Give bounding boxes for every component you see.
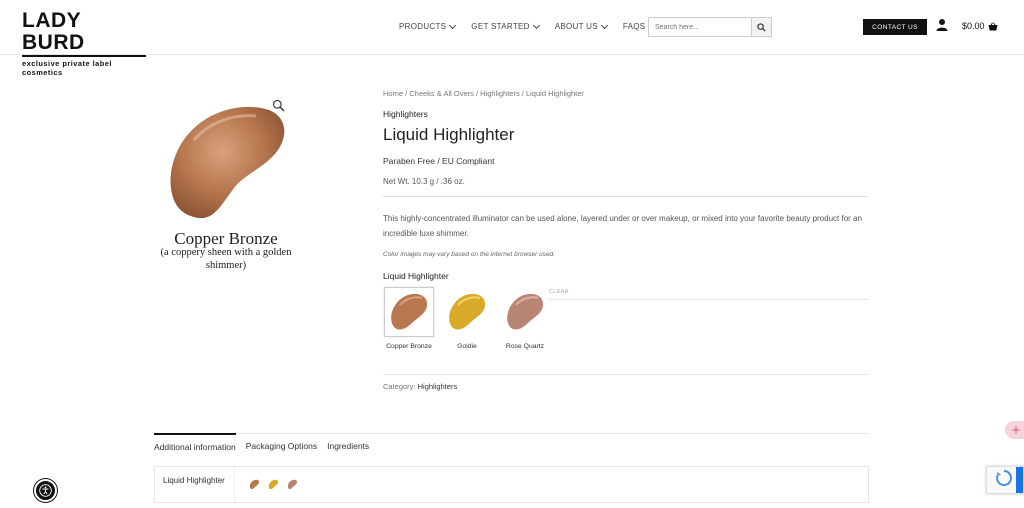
cart-link[interactable]: $0.00: [962, 21, 998, 31]
nav-item-products[interactable]: PRODUCTS: [399, 21, 457, 31]
search-box: [648, 17, 772, 37]
shade-description: (a coppery sheen with a golden shimmer): [160, 247, 292, 271]
page-title: Liquid Highlighter: [383, 125, 515, 144]
logo[interactable]: LADY BURD exclusive private label cosmet…: [22, 10, 146, 77]
divider: [549, 299, 868, 300]
cart-total: $0.00: [962, 21, 985, 31]
info-swatches: [235, 467, 298, 502]
contact-us-button[interactable]: CONTACT US: [863, 19, 927, 35]
clear-selection-link[interactable]: CLEAR: [549, 289, 569, 295]
accessibility-icon: [39, 484, 52, 497]
category-meta-link[interactable]: Highlighters: [418, 382, 458, 391]
product-tabs: Additional information Packaging Options…: [154, 433, 369, 456]
nav-label: FAQS: [622, 22, 646, 31]
chevron-down-icon: [600, 21, 608, 29]
variant-goldie[interactable]: Goldie: [441, 287, 493, 350]
breadcrumb[interactable]: Home / Cheeks & All Overs / Highlighters…: [383, 89, 584, 98]
product-swatch-image[interactable]: [164, 100, 289, 225]
recaptcha-badge[interactable]: [986, 466, 1024, 494]
sparkle-icon: [1011, 425, 1021, 435]
tab-ingredients[interactable]: Ingredients: [327, 434, 369, 456]
main-nav: PRODUCTS GET STARTED ABOUT US FAQS: [399, 21, 646, 31]
recaptcha-tab: [1016, 467, 1023, 493]
chevron-down-icon: [449, 21, 457, 29]
nav-item-faqs[interactable]: FAQS: [623, 22, 646, 31]
variant-label: Liquid Highlighter: [383, 271, 449, 281]
copper-bronze-swatch: [391, 293, 428, 330]
rose-quartz-mini-swatch: [287, 479, 298, 490]
goldie-swatch: [449, 293, 486, 330]
info-key: Liquid Highlighter: [155, 467, 235, 502]
variant-name: Goldie: [457, 343, 477, 350]
additional-info-table: Liquid Highlighter: [154, 466, 869, 503]
color-disclaimer: Color images may vary based on the inter…: [383, 251, 555, 258]
variant-swatch-box: [384, 287, 434, 337]
logo-title: LADY BURD: [22, 9, 85, 54]
divider: [383, 196, 868, 197]
net-weight: Net Wt. 10.3 g / .36 oz.: [383, 177, 465, 186]
variant-name: Rose Quartz: [505, 343, 545, 350]
nav-item-about-us[interactable]: ABOUT US: [554, 21, 608, 31]
chevron-down-icon: [532, 21, 540, 29]
logo-rule: [22, 55, 146, 57]
variant-rose-quartz[interactable]: Rose Quartz: [499, 287, 551, 350]
product-description: This highly-concentrated illuminator can…: [383, 214, 862, 238]
product-category-meta: Category: Highlighters: [383, 382, 457, 391]
nav-label: PRODUCTS: [399, 22, 447, 31]
logo-tagline: exclusive private label cosmetics: [22, 59, 112, 77]
nav-label: GET STARTED: [471, 22, 530, 31]
recaptcha-icon: [996, 469, 1013, 486]
divider: [383, 374, 868, 375]
product-subtitle: Paraben Free / EU Compliant: [383, 156, 495, 166]
variant-swatch-box: [500, 287, 550, 337]
search-icon: [757, 22, 766, 32]
accessibility-button[interactable]: [34, 479, 57, 502]
variant-swatch-box: [442, 287, 492, 337]
site-header: LADY BURD exclusive private label cosmet…: [0, 0, 1024, 77]
variant-copper-bronze[interactable]: Copper Bronze: [383, 287, 435, 350]
search-input[interactable]: [649, 18, 751, 36]
nav-item-get-started[interactable]: GET STARTED: [471, 21, 540, 31]
category-link[interactable]: Highlighters: [383, 109, 428, 119]
rose-quartz-swatch: [507, 293, 544, 330]
search-button[interactable]: [751, 18, 771, 36]
variant-name: Copper Bronze: [386, 343, 432, 350]
goldie-mini-swatch: [268, 479, 279, 490]
basket-icon: [988, 22, 998, 30]
copper-bronze-mini-swatch: [249, 479, 260, 490]
tab-packaging-options[interactable]: Packaging Options: [246, 434, 317, 456]
user-icon[interactable]: [936, 18, 948, 32]
nav-label: ABOUT US: [554, 22, 598, 31]
variant-selector: Copper Bronze Goldie Rose Quartz: [383, 287, 551, 350]
feedback-tab[interactable]: [1005, 421, 1024, 439]
category-meta-label: Category:: [383, 382, 416, 391]
tab-additional-information[interactable]: Additional information: [154, 433, 236, 455]
